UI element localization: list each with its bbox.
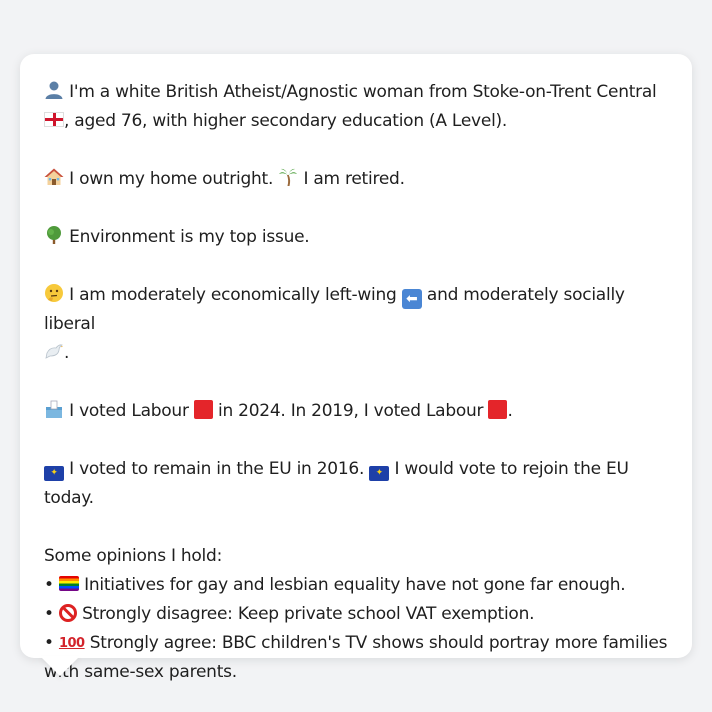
opinions-heading: Some opinions I hold:: [44, 546, 223, 566]
eu-paragraph: ✦ I voted to remain in the EU in 2016. ✦…: [44, 455, 674, 513]
identity-text-b: , aged 76, with higher secondary educati…: [64, 111, 508, 131]
ideology-text-c: .: [64, 343, 70, 363]
eu-text-a: I voted to remain in the EU in 2016.: [69, 459, 365, 479]
eu-flag-icon: ✦: [369, 466, 390, 481]
identity-text-a: I'm a white British Atheist/Agnostic wom…: [69, 82, 657, 102]
home-paragraph: I own my home outright. I am retired.: [44, 165, 674, 194]
labour-square-icon: [488, 400, 508, 419]
person-icon: [45, 81, 63, 99]
identity-paragraph: I'm a white British Atheist/Agnostic wom…: [44, 78, 674, 136]
vote-text-b: in 2024. In 2019, I voted Labour: [218, 401, 484, 421]
no-entry-icon: [58, 604, 77, 622]
dove-icon: [45, 344, 63, 359]
opinion-item: • Initiatives for gay and lesbian equali…: [44, 575, 626, 595]
vote-text-c: .: [507, 401, 513, 421]
house-icon: [44, 168, 64, 185]
thinking-face-icon: [45, 284, 63, 302]
palm-tree-icon: [279, 168, 298, 186]
labour-square-icon: [193, 400, 213, 419]
ballot-box-icon: [46, 400, 62, 418]
opinion-text: Strongly disagree: Keep private school V…: [82, 604, 535, 624]
ideology-text-a: I am moderately economically left-wing: [69, 285, 397, 305]
issue-text: Environment is my top issue.: [69, 227, 310, 247]
england-flag-icon: [44, 112, 64, 127]
tree-icon: [47, 226, 61, 244]
vote-text-a: I voted Labour: [69, 401, 189, 421]
profile-card: I'm a white British Atheist/Agnostic wom…: [20, 54, 692, 682]
ideology-paragraph: I am moderately economically left-wing ⬅…: [44, 281, 674, 368]
left-arrow-icon: ⬅: [401, 289, 422, 309]
opinion-item: • 100 Strongly agree: BBC children's TV …: [44, 629, 674, 687]
eu-flag-icon: ✦: [44, 466, 64, 481]
opinion-text: Strongly agree: BBC children's TV shows …: [44, 633, 668, 682]
vote-paragraph: I voted Labour in 2024. In 2019, I voted…: [44, 397, 674, 426]
home-text-a: I own my home outright.: [69, 169, 274, 189]
rainbow-flag-icon: [58, 576, 79, 591]
opinion-text: Initiatives for gay and lesbian equality…: [84, 575, 626, 595]
bubble-tail: [40, 656, 80, 676]
home-text-b: I am retired.: [303, 169, 405, 189]
ideology-line-2: .: [44, 339, 674, 368]
issue-paragraph: Environment is my top issue.: [44, 223, 674, 252]
opinion-item: • Strongly disagree: Keep private school…: [44, 604, 535, 624]
profile-text: I'm a white British Atheist/Agnostic wom…: [44, 78, 674, 687]
opinions-section: Some opinions I hold: • Initiatives for …: [44, 542, 674, 687]
hundred-points-icon: 100: [58, 636, 85, 651]
